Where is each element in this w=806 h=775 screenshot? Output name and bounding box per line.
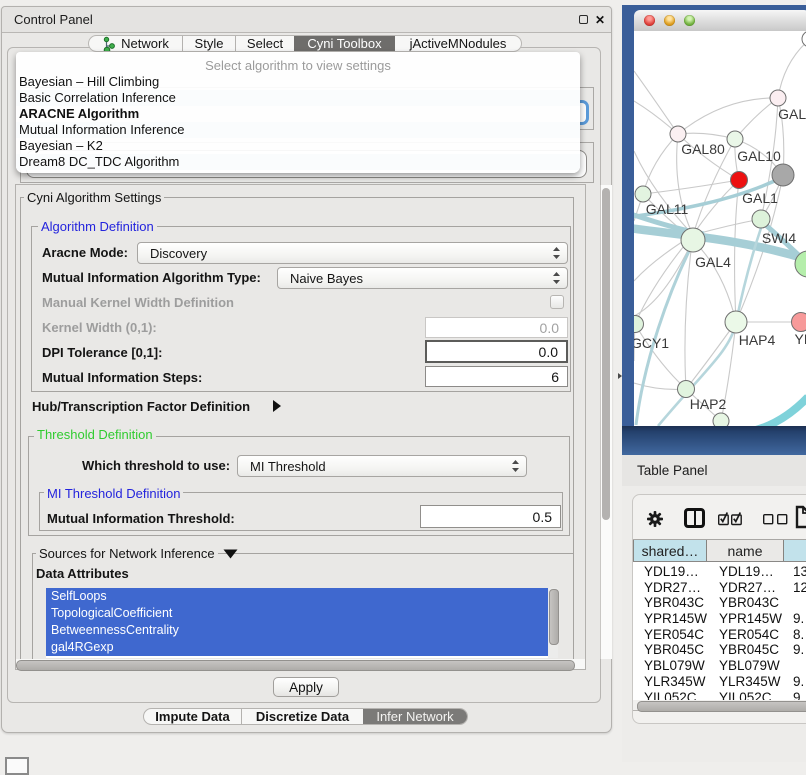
svg-text:GAL80: GAL80 — [681, 141, 725, 157]
svg-text:GCY1: GCY1 — [634, 335, 669, 351]
svg-text:GAL11: GAL11 — [646, 201, 689, 217]
svg-text:HAP4: HAP4 — [739, 332, 776, 348]
svg-text:GAL10: GAL10 — [737, 148, 781, 164]
svg-text:GAL7: GAL7 — [778, 106, 806, 122]
svg-text:HAP2: HAP2 — [690, 396, 727, 412]
svg-text:YM: YM — [795, 331, 806, 347]
svg-text:SWI4: SWI4 — [762, 230, 796, 246]
svg-text:GAL4: GAL4 — [695, 254, 731, 270]
svg-text:GAL1: GAL1 — [742, 190, 778, 206]
